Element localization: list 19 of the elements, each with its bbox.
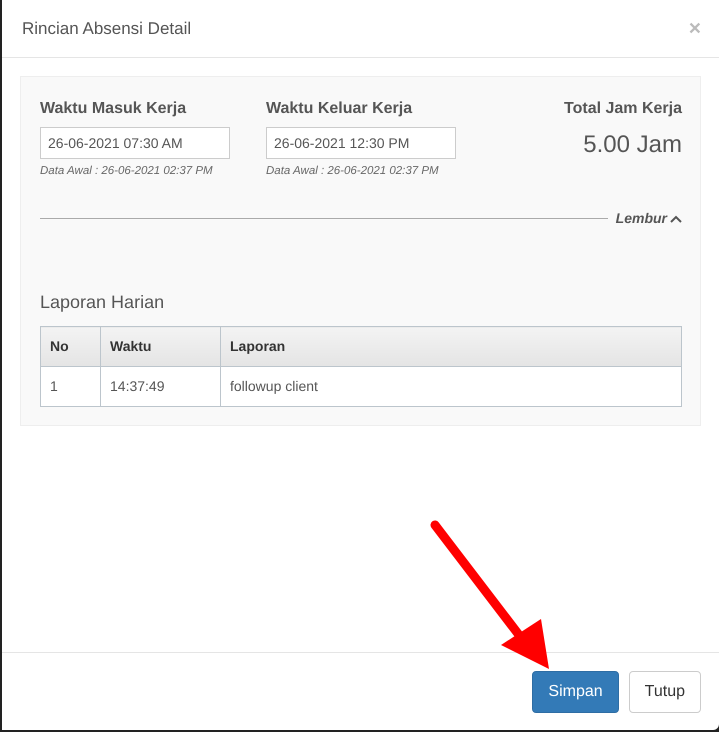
- field-label: Waktu Keluar Kerja: [266, 99, 414, 119]
- total-label: Total Jam Kerja: [564, 99, 682, 119]
- overtime-toggle[interactable]: Lembur: [616, 208, 682, 230]
- column-header: Laporan: [220, 326, 682, 367]
- total-hours-value: 5.00 Jam: [582, 130, 682, 160]
- original-time-note: Data Awal : 26-06-2021 02:37 PM: [266, 164, 440, 179]
- original-time-note: Data Awal : 26-06-2021 02:37 PM: [40, 164, 214, 179]
- column-header: No: [40, 326, 100, 367]
- field-label: Waktu Masuk Kerja: [40, 99, 188, 119]
- table-cell: 14:37:49: [100, 366, 220, 407]
- section-title: Laporan Harian: [40, 291, 166, 314]
- dialog-title: Rincian Absensi Detail: [22, 18, 192, 40]
- date-input-field[interactable]: 26-06-2021 07:30 AM: [40, 127, 230, 159]
- table-cell: 1: [40, 366, 100, 407]
- date-input-field[interactable]: 26-06-2021 12:30 PM: [266, 127, 456, 159]
- table-cell: followup client: [220, 366, 682, 407]
- column-header: Waktu: [100, 326, 220, 367]
- close-button[interactable]: Tutup: [628, 670, 701, 712]
- save-button[interactable]: Simpan: [532, 670, 619, 712]
